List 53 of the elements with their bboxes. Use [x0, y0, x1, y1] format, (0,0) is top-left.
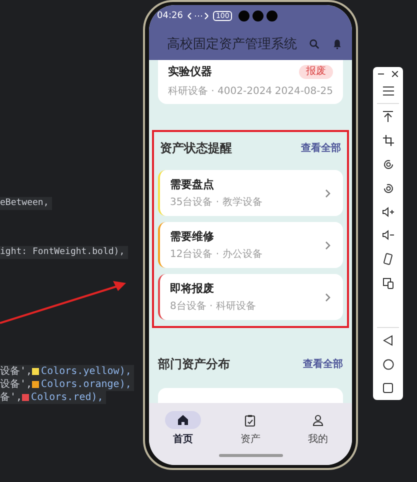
volume-up-icon[interactable]	[382, 207, 394, 217]
rotate-icon[interactable]	[382, 159, 394, 170]
alert-card[interactable]: 需要盘点 35台设备 · 教学设备	[158, 170, 343, 216]
status-time: 04:26	[157, 11, 183, 21]
chevron-icon	[325, 188, 331, 198]
alert-title: 需要盘点	[170, 177, 215, 192]
close-icon[interactable]	[392, 71, 398, 77]
volume-down-icon[interactable]	[382, 230, 394, 240]
asset-name: 实验仪器	[168, 64, 212, 79]
devices-icon[interactable]	[382, 278, 394, 289]
section-title: 资产状态提醒	[160, 140, 232, 156]
alert-detail: 35台设备 · 教学设备	[170, 196, 264, 209]
nav-tab[interactable]: 我的	[300, 411, 336, 446]
status-badge: 报废	[299, 64, 333, 78]
home-button-icon[interactable]	[382, 359, 394, 370]
camera-drawing	[238, 10, 278, 22]
alert-card[interactable]: 需要维修 12台设备 · 办公设备	[158, 222, 343, 268]
crop-icon[interactable]	[382, 135, 394, 146]
code-text: Colors.yellow),	[41, 365, 132, 378]
back-icon[interactable]	[383, 335, 393, 346]
recents-icon[interactable]	[383, 383, 393, 393]
alert-title: 需要维修	[170, 229, 215, 244]
code-text: Colors.orange),	[41, 378, 132, 391]
home-icon	[176, 414, 189, 426]
view-all-link[interactable]: 查看全部	[303, 357, 343, 371]
code-text: 设备',	[0, 365, 32, 378]
alert-title: 即将报废	[170, 281, 215, 296]
asset-meta: 科研设备 · 4002-2024	[168, 84, 272, 98]
asset-card[interactable]: 实验仪器 报废 科研设备 · 4002-2024 2024-08-25	[158, 60, 343, 104]
minimize-icon[interactable]	[378, 71, 384, 77]
section-title: 部门资产分布	[158, 356, 230, 372]
code-text: Colors.red),	[31, 391, 104, 404]
code-text: 设备',	[0, 378, 32, 391]
app-title: 高校固定资产管理系统	[167, 36, 297, 52]
upload-icon[interactable]	[383, 111, 393, 122]
alert-card[interactable]: 即将报废 8台设备 · 科研设备	[158, 274, 343, 320]
view-all-link[interactable]: 查看全部	[301, 141, 341, 155]
chevron-icon	[325, 292, 331, 302]
asset-date: 2024-08-25	[274, 86, 333, 96]
clipboard-icon	[244, 414, 256, 426]
code-text: 备',	[0, 391, 22, 404]
alert-detail: 12台设备 · 办公设备	[170, 248, 264, 261]
nav-tab[interactable]: 资产	[232, 411, 268, 446]
person-icon	[312, 414, 324, 426]
notification-icon[interactable]	[332, 38, 342, 50]
search-icon[interactable]	[309, 38, 320, 50]
chevron-icon	[325, 240, 331, 250]
menu-icon[interactable]	[382, 86, 394, 96]
phone-rotate-icon[interactable]	[383, 253, 393, 265]
signal-icon	[186, 11, 209, 21]
rotate-icon[interactable]	[382, 183, 394, 194]
alert-detail: 8台设备 · 科研设备	[170, 300, 257, 313]
home-indicator	[218, 454, 282, 457]
